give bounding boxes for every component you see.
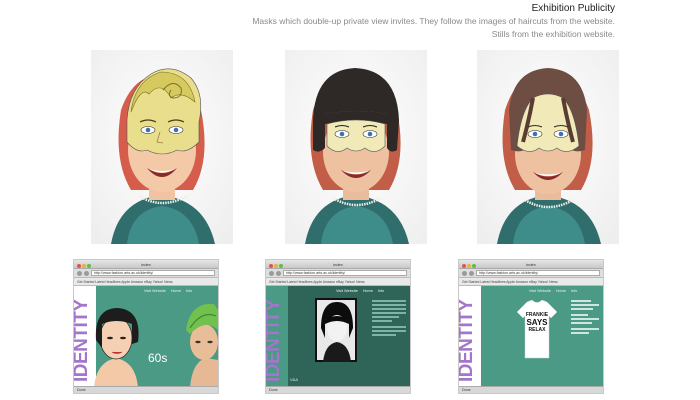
menu-item[interactable]: Home	[556, 289, 566, 293]
browser-toolbar: http://www.fashion.arts.ac.uk/identity/	[74, 269, 218, 278]
illustration-60s-faces	[94, 303, 218, 388]
address-bar[interactable]: http://www.fashion.arts.ac.uk/identity/	[283, 270, 407, 276]
forward-icon[interactable]	[276, 270, 281, 276]
identity-band: IDENTITY	[266, 286, 288, 386]
browser-window-title: index	[141, 262, 151, 267]
site-menu: Visit Website Home Info	[529, 289, 582, 293]
status-bar: Done	[74, 386, 218, 393]
browser-window-title: index	[333, 262, 343, 267]
window-controls[interactable]	[77, 262, 92, 271]
bookmarks-bar: Get Started Latest Headlines Apple Amazo…	[74, 278, 218, 286]
caption-line-2: Stills from the exhibition website.	[491, 28, 615, 39]
forward-icon[interactable]	[469, 270, 474, 276]
menu-item[interactable]: Info	[186, 289, 192, 293]
identity-band: IDENTITY	[459, 286, 481, 386]
browser-title-bar: index	[74, 260, 218, 269]
browser-window-title: index	[526, 262, 536, 267]
photo-mask-bob	[285, 50, 427, 244]
browser-title-bar: index	[266, 260, 410, 269]
bookmarks-bar: Get Started Latest Headlines Apple Amazo…	[459, 278, 603, 286]
info-text	[571, 300, 599, 336]
back-icon[interactable]	[462, 270, 467, 276]
photo-mask-long-hair	[477, 50, 619, 244]
menu-item[interactable]: Visit Website	[529, 289, 551, 293]
status-bar: Done	[266, 386, 410, 393]
site-menu: Visit Website Home Info	[144, 289, 197, 293]
browser-title-bar: index	[459, 260, 603, 269]
browser-toolbar: http://www.fashion.arts.ac.uk/identity/	[459, 269, 603, 278]
forward-icon[interactable]	[84, 270, 89, 276]
decade-label: 60s	[148, 351, 168, 365]
article-text	[372, 300, 406, 338]
site-page-60s: IDENTITY Visit Website Home Info 60s	[74, 286, 218, 388]
menu-item[interactable]: Home	[363, 289, 373, 293]
tshirt-slogan: FRANKIE SAYS RELAX	[523, 312, 551, 333]
slogan-line: SAYS	[526, 318, 548, 327]
menu-item[interactable]: Visit Website	[144, 289, 166, 293]
menu-item[interactable]: Visit Website	[336, 289, 358, 293]
caption-title: Exhibition Publicity	[531, 3, 615, 14]
photo-mask-blonde	[91, 50, 233, 244]
site-page-tshirt: IDENTITY Visit Website Home Info FRANKIE S…	[459, 286, 603, 386]
identity-logo: IDENTITY	[459, 299, 477, 382]
website-still-photo: index http://www.fashion.arts.ac.uk/iden…	[265, 259, 411, 394]
bookmarks-bar: Get Started Latest Headlines Apple Amazo…	[266, 278, 410, 286]
status-bar: Done	[459, 386, 603, 393]
slogan-line: RELAX	[528, 327, 546, 333]
caption-line-1: Masks which double-up private view invit…	[252, 16, 615, 26]
va-logo: V&A	[290, 377, 299, 382]
bw-portrait-photo	[315, 298, 357, 362]
site-page-photo: IDENTITY V&A Visit Website Home Info	[266, 286, 410, 386]
address-bar[interactable]: http://www.fashion.arts.ac.uk/identity/	[476, 270, 600, 276]
website-still-60s: index http://www.fashion.arts.ac.uk/iden…	[73, 259, 219, 394]
menu-item[interactable]: Home	[171, 289, 181, 293]
window-controls[interactable]	[462, 262, 477, 271]
website-still-tshirt: index http://www.fashion.arts.ac.uk/iden…	[458, 259, 604, 394]
publicity-caption: Exhibition Publicity Masks which double-…	[195, 2, 615, 40]
window-controls[interactable]	[269, 262, 284, 271]
menu-item[interactable]: Info	[571, 289, 577, 293]
browser-toolbar: http://www.fashion.arts.ac.uk/identity/	[266, 269, 410, 278]
back-icon[interactable]	[269, 270, 274, 276]
identity-logo: IDENTITY	[266, 299, 284, 382]
back-icon[interactable]	[77, 270, 82, 276]
address-bar[interactable]: http://www.fashion.arts.ac.uk/identity/	[91, 270, 215, 276]
menu-item[interactable]: Info	[378, 289, 384, 293]
site-menu: Visit Website Home Info	[336, 289, 389, 293]
